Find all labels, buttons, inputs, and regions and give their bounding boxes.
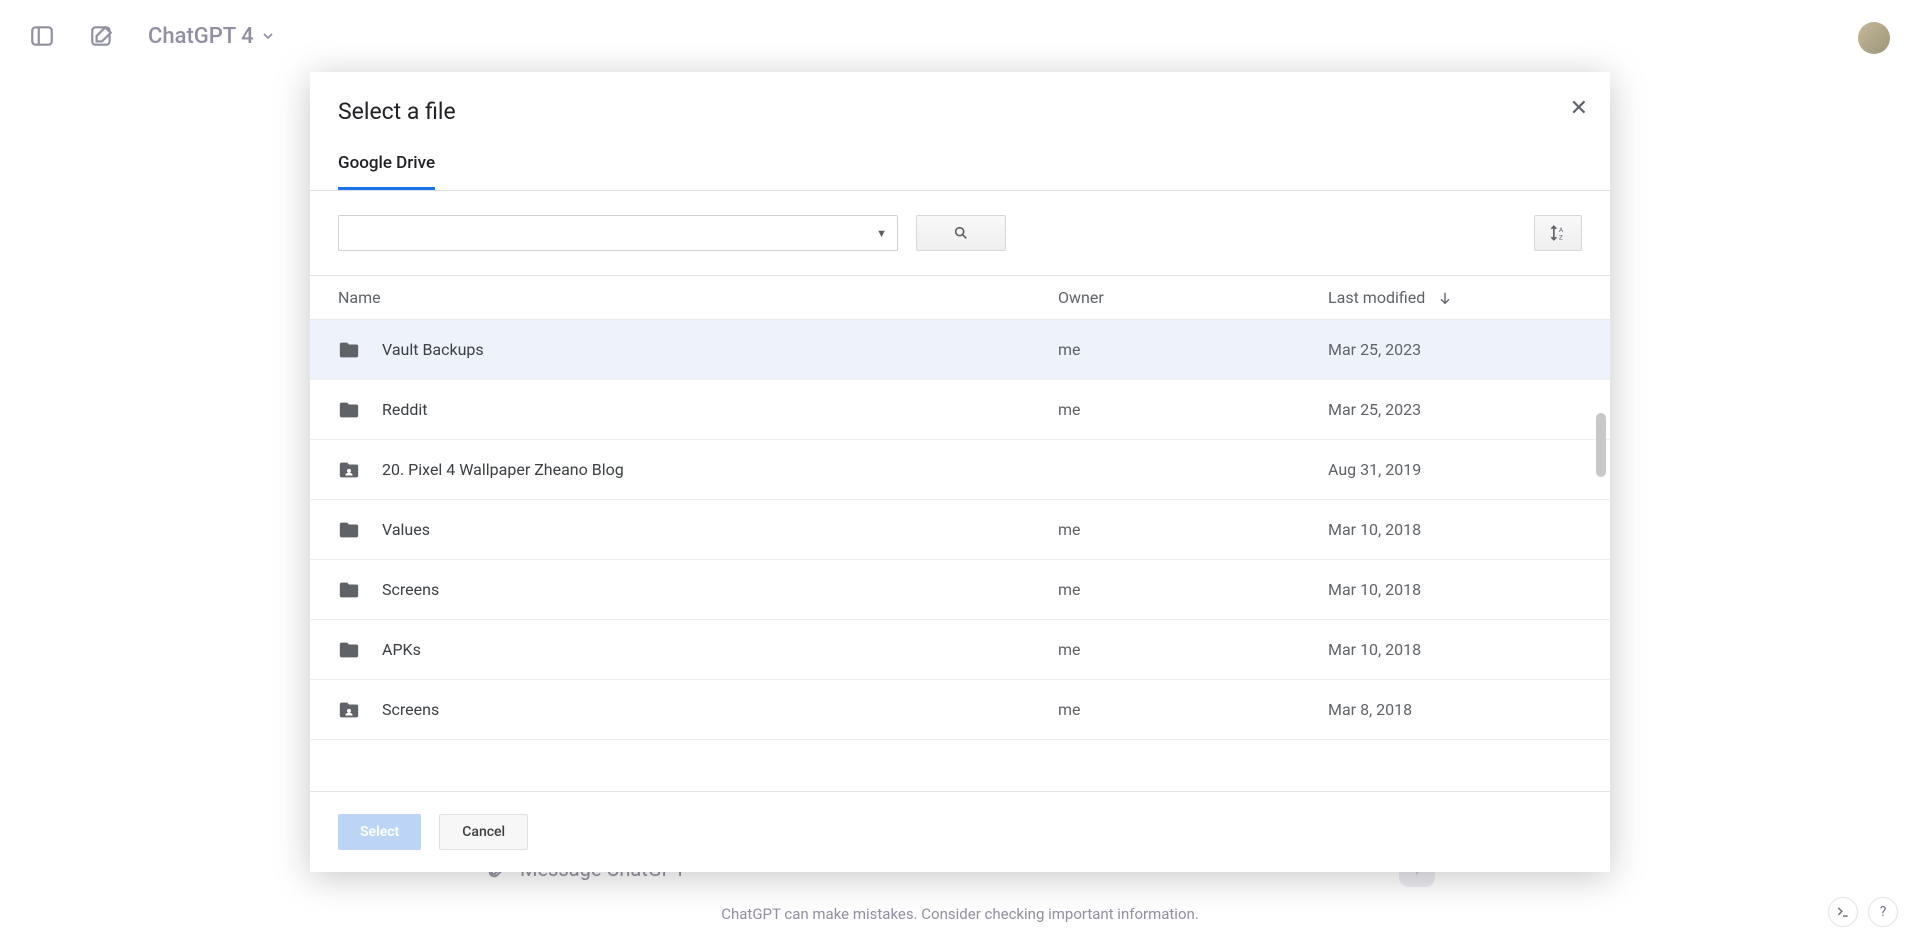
- folder-icon: [338, 519, 360, 541]
- cancel-button[interactable]: Cancel: [439, 814, 528, 850]
- chevron-down-icon[interactable]: ▼: [876, 227, 887, 240]
- cell-name: APKs: [338, 639, 1058, 661]
- table-row[interactable]: Reddit meMar 25, 2023: [310, 380, 1610, 440]
- file-name: 20. Pixel 4 Wallpaper Zheano Blog: [382, 460, 624, 479]
- sort-az-icon: AZ: [1548, 223, 1568, 243]
- dialog-header: Select a file ✕: [310, 72, 1610, 135]
- folder-icon: [338, 399, 360, 421]
- file-list: Vault BackupsmeMar 25, 2023RedditmeMar 2…: [310, 320, 1610, 791]
- cell-modified: Mar 10, 2018: [1328, 580, 1421, 599]
- folder-icon: [338, 339, 360, 361]
- svg-text:Z: Z: [1559, 234, 1563, 242]
- cell-owner: me: [1058, 400, 1328, 419]
- tab-google-drive[interactable]: Google Drive: [338, 153, 435, 190]
- cell-modified: Mar 10, 2018: [1328, 640, 1421, 659]
- dialog-tabs: Google Drive: [310, 135, 1610, 190]
- folder-icon: [338, 579, 360, 601]
- cell-modified: Mar 10, 2018: [1328, 520, 1421, 539]
- cell-name: Values: [338, 519, 1058, 541]
- cell-owner: me: [1058, 340, 1328, 359]
- column-modified[interactable]: Last modified: [1328, 288, 1453, 307]
- search-icon: [953, 225, 969, 241]
- select-button[interactable]: Select: [338, 814, 421, 850]
- folder-icon: [338, 699, 360, 721]
- cell-owner: me: [1058, 520, 1328, 539]
- search-input[interactable]: ▼: [338, 215, 898, 251]
- cell-name: 20. Pixel 4 Wallpaper Zheano Blog: [338, 459, 1058, 481]
- close-icon[interactable]: ✕: [1570, 96, 1588, 121]
- table-row[interactable]: Vault Backups meMar 25, 2023: [310, 320, 1610, 380]
- scrollbar-thumb[interactable]: [1596, 413, 1606, 477]
- arrow-down-icon: [1437, 290, 1453, 306]
- picker-toolbar: ▼ AZ: [310, 191, 1610, 275]
- file-picker-dialog: Select a file ✕ Google Drive ▼ AZ Name O…: [310, 72, 1610, 872]
- table-row[interactable]: Values meMar 10, 2018: [310, 500, 1610, 560]
- cell-owner: me: [1058, 700, 1328, 719]
- file-name: Values: [382, 520, 430, 539]
- search-button[interactable]: [916, 215, 1006, 251]
- cell-owner: me: [1058, 640, 1328, 659]
- dialog-title: Select a file: [338, 98, 1582, 125]
- folder-icon: [338, 639, 360, 661]
- table-row[interactable]: 20. Pixel 4 Wallpaper Zheano Blog Aug 31,…: [310, 440, 1610, 500]
- table-row[interactable]: APKs meMar 10, 2018: [310, 620, 1610, 680]
- file-name: Reddit: [382, 400, 428, 419]
- cell-modified: Mar 25, 2023: [1328, 340, 1421, 359]
- table-row[interactable]: Screens meMar 10, 2018: [310, 560, 1610, 620]
- cell-name: Screens: [338, 579, 1058, 601]
- file-name: Screens: [382, 580, 439, 599]
- column-name[interactable]: Name: [338, 288, 1058, 307]
- cell-modified: Aug 31, 2019: [1328, 460, 1421, 479]
- sort-button[interactable]: AZ: [1534, 215, 1582, 251]
- file-name: Screens: [382, 700, 439, 719]
- table-row[interactable]: Screens meMar 8, 2018: [310, 680, 1610, 740]
- cell-owner: me: [1058, 580, 1328, 599]
- file-name: Vault Backups: [382, 340, 484, 359]
- column-owner[interactable]: Owner: [1058, 288, 1328, 307]
- cell-name: Screens: [338, 699, 1058, 721]
- folder-icon: [338, 459, 360, 481]
- file-name: APKs: [382, 640, 421, 659]
- cell-name: Vault Backups: [338, 339, 1058, 361]
- cell-modified: Mar 8, 2018: [1328, 700, 1412, 719]
- column-headers: Name Owner Last modified: [310, 276, 1610, 320]
- cell-modified: Mar 25, 2023: [1328, 400, 1421, 419]
- cell-name: Reddit: [338, 399, 1058, 421]
- dialog-footer: Select Cancel: [310, 791, 1610, 872]
